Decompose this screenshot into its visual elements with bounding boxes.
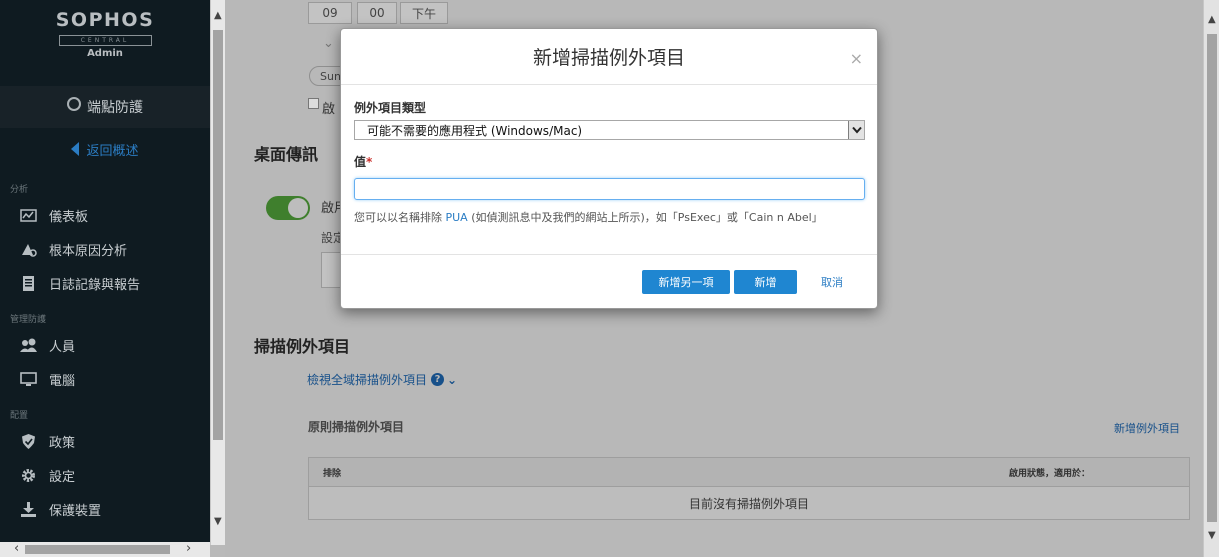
close-icon[interactable]: × [850, 49, 863, 68]
report-icon [20, 275, 37, 291]
add-another-button[interactable]: 新增另一項 [642, 270, 730, 294]
group-analysis-title: 分析 [10, 185, 29, 195]
scan-exclusions-title: 掃描例外項目 [254, 337, 351, 356]
value-label-text: 值 [354, 155, 367, 169]
brand-role: Admin [87, 48, 123, 59]
dialog-title: 新增掃描例外項目 [532, 47, 685, 69]
sidebar-item-label: 電腦 [49, 373, 76, 389]
pua-link[interactable]: PUA [446, 211, 468, 224]
sidebar-vertical-scrollbar[interactable]: ▲ ▼ [210, 0, 225, 545]
brand-name: SOPHOS [55, 9, 155, 31]
sidebar-item-label: 儀表板 [49, 209, 89, 225]
table-empty-row: 目前沒有掃描例外項目 [309, 487, 1189, 520]
scrollbar-thumb[interactable] [25, 545, 170, 554]
sidebar-item-label: 保護裝置 [49, 503, 102, 519]
chevron-down-icon[interactable]: ⌄ [447, 373, 457, 387]
shield-icon [20, 433, 37, 449]
dialog-body: 例外項目類型 可能不需要的應用程式 (Windows/Mac) 值* 您可以以名… [341, 85, 877, 255]
exclusions-table: 排除 啟用狀態，適用於： 目前沒有掃描例外項目 [308, 457, 1190, 520]
download-icon [20, 501, 37, 517]
target-icon [67, 97, 81, 111]
policy-exclusions-title: 原則掃描例外項目 [308, 420, 405, 434]
back-to-overview-link[interactable]: 返回概述 [0, 128, 210, 170]
sidebar-item-root-cause[interactable]: 根本原因分析 [0, 232, 210, 266]
sidebar-item-people[interactable]: 人員 [0, 328, 210, 362]
sidebar-item-label: 人員 [49, 339, 76, 355]
add-exclusion-link[interactable]: 新增例外項目 [1114, 420, 1180, 436]
help-icon[interactable]: ? [431, 373, 445, 386]
gear-icon [20, 468, 37, 483]
enable-checkbox[interactable] [308, 98, 319, 109]
page-vertical-scrollbar[interactable]: ▲ ▼ [1203, 0, 1219, 557]
root-cause-icon [20, 242, 37, 257]
add-button[interactable]: 新增 [734, 270, 797, 294]
exclusion-type-value: 可能不需要的應用程式 (Windows/Mac) [367, 123, 583, 138]
sidebar-item-settings[interactable]: 設定 [0, 458, 210, 492]
sidebar-item-protect-devices[interactable]: 保護裝置 [0, 492, 210, 526]
sidebar: SOPHOS CENTRAL Admin 端點防護 返回概述 分析 儀表板 根本… [0, 0, 210, 557]
sidebar-horizontal-scrollbar[interactable]: ‹ › [0, 541, 210, 557]
help-text: 您可以以名稱排除 PUA (如偵測訊息中及我們的網站上所示)，如「PsExec」… [354, 209, 864, 225]
value-label: 值* [354, 153, 864, 171]
chart-icon [20, 208, 37, 223]
group-manage-title: 管理防護 [10, 315, 47, 325]
value-input[interactable] [354, 178, 865, 200]
desktop-messaging-toggle[interactable] [266, 196, 310, 220]
brand-sub: CENTRAL [58, 35, 152, 46]
column-header-status: 啟用狀態，適用於： [1009, 468, 1091, 479]
scrollbar-thumb[interactable] [213, 30, 223, 440]
section-title-label: 端點防護 [87, 100, 143, 116]
view-global-exclusions-link[interactable]: 檢視全域掃描例外項目 ? ⌄ [307, 371, 457, 388]
dialog-header: 新增掃描例外項目 × [341, 29, 877, 85]
help-suffix: (如偵測訊息中及我們的網站上所示)，如「PsExec」或「Cain n Abel… [467, 211, 823, 224]
help-prefix: 您可以以名稱排除 [354, 211, 446, 224]
computer-icon [20, 371, 37, 387]
scroll-down-icon[interactable]: ▼ [1208, 530, 1216, 541]
sophos-logo: SOPHOS CENTRAL Admin [0, 0, 210, 86]
back-arrow-icon [71, 142, 80, 156]
sidebar-item-logs-reports[interactable]: 日誌記錄與報告 [0, 266, 210, 300]
sidebar-item-dashboard[interactable]: 儀表板 [0, 198, 210, 232]
column-header-exclusion: 排除 [323, 468, 342, 479]
table-header: 排除 啟用狀態，適用於： [309, 458, 1189, 487]
ampm-field[interactable]: 下午 [400, 2, 448, 24]
section-endpoint-protection[interactable]: 端點防護 [0, 86, 210, 128]
sidebar-item-label: 日誌記錄與報告 [49, 277, 141, 293]
checkbox-label: 啟 [322, 102, 336, 117]
add-scan-exclusion-dialog: 新增掃描例外項目 × 例外項目類型 可能不需要的應用程式 (Windows/Ma… [340, 28, 878, 309]
people-icon [20, 338, 37, 353]
desktop-messaging-title: 桌面傳訊 [254, 145, 319, 164]
scroll-down-icon[interactable]: ▼ [214, 516, 222, 527]
sidebar-item-policies[interactable]: 政策 [0, 424, 210, 458]
sidebar-item-label: 政策 [49, 435, 76, 451]
required-mark: * [366, 155, 373, 169]
scroll-left-icon[interactable]: ‹ [14, 541, 19, 556]
scroll-up-icon[interactable]: ▲ [214, 10, 222, 21]
minute-field[interactable]: 00 [357, 2, 397, 24]
scrollbar-thumb[interactable] [1207, 34, 1217, 522]
sidebar-item-label: 設定 [49, 469, 76, 485]
scroll-up-icon[interactable]: ▲ [1208, 14, 1216, 25]
dialog-footer: 新增另一項 新增 取消 [341, 255, 877, 309]
view-global-label: 檢視全域掃描例外項目 [307, 373, 428, 387]
scroll-right-icon[interactable]: › [186, 541, 191, 556]
exclusion-type-label: 例外項目類型 [354, 101, 427, 115]
group-config-title: 配置 [10, 411, 29, 421]
sidebar-item-computers[interactable]: 電腦 [0, 362, 210, 396]
chevron-down-icon[interactable] [848, 121, 864, 139]
toggle-knob [288, 198, 308, 218]
sidebar-item-label: 根本原因分析 [49, 243, 128, 259]
hour-field[interactable]: 09 [308, 2, 352, 24]
exclusion-type-select[interactable]: 可能不需要的應用程式 (Windows/Mac) [354, 120, 865, 140]
back-label: 返回概述 [86, 143, 139, 159]
empty-table-text: 目前沒有掃描例外項目 [688, 497, 809, 511]
chevron-down-icon[interactable]: ⌄ [323, 36, 334, 51]
cancel-button[interactable]: 取消 [812, 270, 852, 294]
